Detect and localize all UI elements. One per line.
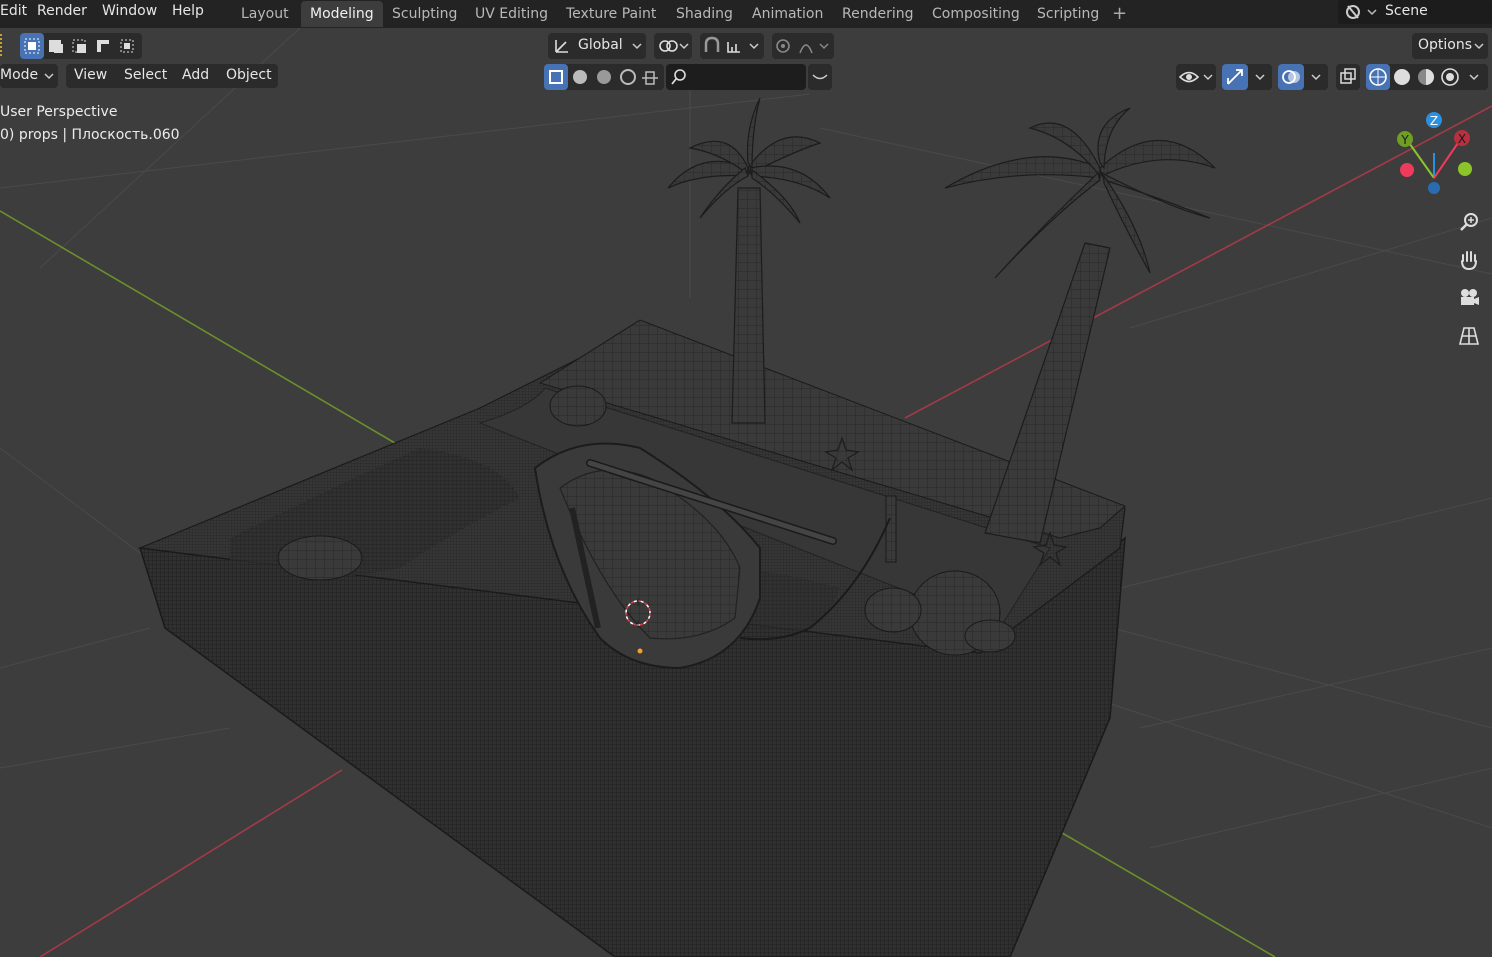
options-dropdown[interactable]: Options bbox=[1412, 33, 1488, 59]
menu-select[interactable]: Select bbox=[124, 67, 167, 83]
tab-sculpting[interactable]: Sculpting bbox=[383, 1, 466, 27]
drag-handle[interactable] bbox=[0, 34, 5, 56]
navigation-gizmo[interactable]: Z Y X bbox=[1397, 112, 1472, 194]
viewport-menus: View Select Add Object bbox=[66, 64, 278, 88]
y-axis-line bbox=[0, 210, 401, 447]
shading-icons bbox=[1366, 64, 1479, 90]
options-label: Options bbox=[1418, 37, 1473, 53]
hand-icon bbox=[1461, 251, 1477, 271]
gizmo-neg-y[interactable] bbox=[1458, 162, 1472, 176]
menu-help[interactable]: Help bbox=[172, 3, 204, 19]
visibility-dropdown[interactable] bbox=[1176, 64, 1216, 90]
eye-icon bbox=[1178, 71, 1213, 83]
tab-compositing[interactable]: Compositing bbox=[923, 1, 1029, 27]
gizmo-neg-x[interactable] bbox=[1400, 163, 1414, 177]
grid-icon bbox=[1458, 327, 1480, 345]
funnel-icon bbox=[812, 74, 828, 80]
tab-modeling[interactable]: Modeling bbox=[301, 1, 383, 27]
camera-icon bbox=[1461, 289, 1479, 305]
menu-view[interactable]: View bbox=[74, 67, 107, 83]
3d-viewport[interactable]: Z Y X User Perspective 0) props | Плоско… bbox=[0, 28, 1492, 957]
gizmo-icon bbox=[1222, 64, 1265, 90]
select-new-button[interactable] bbox=[20, 33, 44, 59]
shading-mode-group[interactable] bbox=[1366, 64, 1488, 90]
perspective-toggle-button[interactable] bbox=[1452, 319, 1486, 353]
search-icon bbox=[671, 69, 686, 85]
chevron-down-icon bbox=[44, 73, 54, 80]
scene-selector[interactable]: Scene bbox=[1338, 0, 1492, 24]
xray-toggle[interactable] bbox=[1336, 64, 1360, 90]
tab-uv-editing[interactable]: UV Editing bbox=[466, 1, 557, 27]
select-filter-group[interactable] bbox=[544, 64, 664, 90]
gizmo-toggle[interactable] bbox=[1222, 64, 1272, 90]
chevron-down-icon bbox=[632, 43, 642, 50]
gizmo-y-label: Y bbox=[1400, 133, 1409, 147]
filter-icons bbox=[544, 64, 658, 90]
gizmo-z-label: Z bbox=[1430, 114, 1438, 128]
collection-label: 0) props | Плоскость.060 bbox=[0, 127, 180, 143]
tab-scripting[interactable]: Scripting bbox=[1028, 1, 1108, 27]
menu-edit[interactable]: Edit bbox=[0, 3, 27, 19]
zoom-icon bbox=[1460, 213, 1478, 231]
object-origin bbox=[637, 648, 643, 654]
select-mode-group bbox=[20, 33, 142, 59]
scene-icon bbox=[1346, 5, 1377, 19]
snap-controls[interactable] bbox=[700, 33, 764, 59]
overlays-icon bbox=[1278, 64, 1321, 90]
tab-animation[interactable]: Animation bbox=[743, 1, 832, 27]
tab-layout[interactable]: Layout bbox=[232, 1, 298, 27]
gizmo-x-label: X bbox=[1458, 132, 1466, 146]
select-mode-icons[interactable] bbox=[44, 33, 142, 59]
zoom-button[interactable] bbox=[1452, 205, 1486, 239]
tab-shading[interactable]: Shading bbox=[667, 1, 742, 27]
pivot-icon bbox=[659, 40, 689, 52]
x-axis-line-front bbox=[39, 769, 343, 957]
menu-add[interactable]: Add bbox=[182, 67, 209, 83]
menu-object[interactable]: Object bbox=[226, 67, 272, 83]
gizmo-neg-z[interactable] bbox=[1428, 182, 1440, 194]
pivot-point-dropdown[interactable] bbox=[654, 33, 692, 59]
x-axis-line bbox=[904, 105, 1492, 419]
filter-toggle-button[interactable] bbox=[808, 64, 832, 90]
add-workspace-button[interactable]: + bbox=[1103, 1, 1136, 27]
pan-button[interactable] bbox=[1452, 243, 1486, 277]
perspective-label: User Perspective bbox=[0, 104, 118, 120]
overlays-toggle[interactable] bbox=[1278, 64, 1328, 90]
tab-texture-paint[interactable]: Texture Paint bbox=[557, 1, 665, 27]
snap-icon bbox=[704, 36, 759, 53]
transform-orientation-dropdown[interactable]: Global bbox=[548, 33, 646, 59]
viewport-canvas[interactable]: Z Y X bbox=[0, 28, 1492, 957]
tab-rendering[interactable]: Rendering bbox=[833, 1, 923, 27]
proportional-icon bbox=[776, 39, 829, 54]
mode-label: Mode bbox=[0, 67, 39, 83]
orientation-icon bbox=[555, 40, 568, 53]
xray-icon bbox=[1340, 68, 1356, 84]
select-new-icon bbox=[24, 38, 40, 54]
tool-header: Global Options bbox=[0, 30, 1492, 60]
viewport-header: Mode View Select Add Object bbox=[0, 62, 1492, 90]
orientation-label: Global bbox=[578, 37, 623, 53]
menu-window[interactable]: Window bbox=[102, 3, 157, 19]
mode-dropdown[interactable]: Mode bbox=[0, 64, 58, 88]
top-bar: Edit Render Window Help Layout Modeling … bbox=[0, 0, 1492, 28]
search-input[interactable] bbox=[666, 64, 806, 90]
menu-render[interactable]: Render bbox=[37, 3, 87, 19]
camera-view-button[interactable] bbox=[1452, 281, 1486, 315]
chevron-down-icon bbox=[1474, 43, 1484, 50]
scene-label: Scene bbox=[1385, 3, 1428, 19]
proportional-editing[interactable] bbox=[772, 33, 834, 59]
